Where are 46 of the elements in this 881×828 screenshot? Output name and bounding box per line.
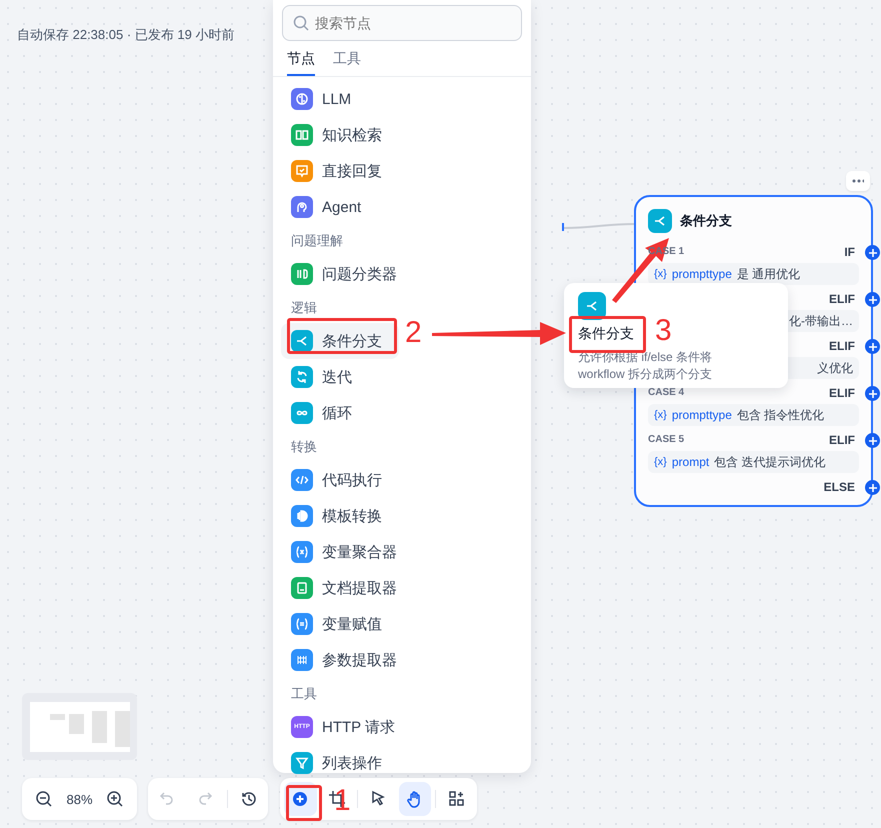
- condition-text: 包含 迭代提示词优化: [714, 454, 826, 470]
- group-heading: 问题理解: [290, 232, 344, 250]
- node-item[interactable]: 直接回复: [281, 153, 399, 189]
- node-item[interactable]: 问题分类器: [281, 256, 399, 292]
- node-item[interactable]: 变量赋值: [281, 606, 399, 642]
- case-label: CASE 5: [648, 434, 684, 445]
- tooltip-title: 条件分支: [578, 325, 634, 341]
- group-heading: 逻辑: [290, 299, 318, 317]
- case-type: IF: [844, 244, 855, 258]
- node-item[interactable]: 循环: [281, 395, 399, 431]
- group-heading: 转换: [290, 438, 318, 456]
- group-heading: 工具: [290, 685, 318, 703]
- node-item[interactable]: 参数提取器: [281, 642, 399, 678]
- condition-text: 是 通用优化: [736, 266, 800, 282]
- variable-icon: {x}: [654, 456, 667, 468]
- case-type: ELSE: [824, 480, 855, 494]
- variable-icon: {x}: [654, 268, 667, 280]
- node-item[interactable]: 知识检索: [281, 117, 399, 153]
- case-type: ELIF: [829, 292, 855, 306]
- variable-icon: {x}: [654, 409, 667, 421]
- node-item[interactable]: 代码执行: [281, 462, 399, 498]
- node-item[interactable]: 迭代: [281, 359, 399, 395]
- node-item[interactable]: 变量聚合器: [281, 534, 399, 570]
- step-number: 2: [405, 318, 422, 348]
- panel-tab[interactable]: 工具: [333, 44, 361, 76]
- node-item[interactable]: 列表操作: [281, 745, 399, 781]
- case-type: ELIF: [829, 386, 855, 400]
- node-item[interactable]: 文档提取器: [281, 570, 399, 606]
- node-item[interactable]: Agent: [281, 189, 399, 225]
- node-title: 条件分支: [680, 212, 732, 230]
- autosave-status: 自动保存 22:38:05 · 已发布 19 小时前: [17, 26, 234, 44]
- step-number: 3: [655, 316, 672, 346]
- search-field[interactable]: 搜索节点: [282, 5, 522, 41]
- condition-text: 包含 指令性优化: [736, 406, 824, 424]
- variable-name: prompttype: [672, 408, 732, 422]
- panel-tab[interactable]: 节点: [287, 44, 315, 76]
- condition-text: 化-带输出…: [789, 312, 853, 330]
- case-type: ELIF: [829, 338, 855, 352]
- condition-text: 义优化: [817, 360, 853, 376]
- variable-name: prompttype: [672, 267, 732, 281]
- node-item[interactable]: 模板转换: [281, 498, 399, 534]
- node-item[interactable]: LLM: [281, 81, 399, 117]
- variable-name: prompt: [672, 455, 710, 469]
- case-type: ELIF: [829, 432, 855, 446]
- case-label: CASE 4: [648, 387, 684, 398]
- zoom-level[interactable]: 88%: [66, 792, 93, 806]
